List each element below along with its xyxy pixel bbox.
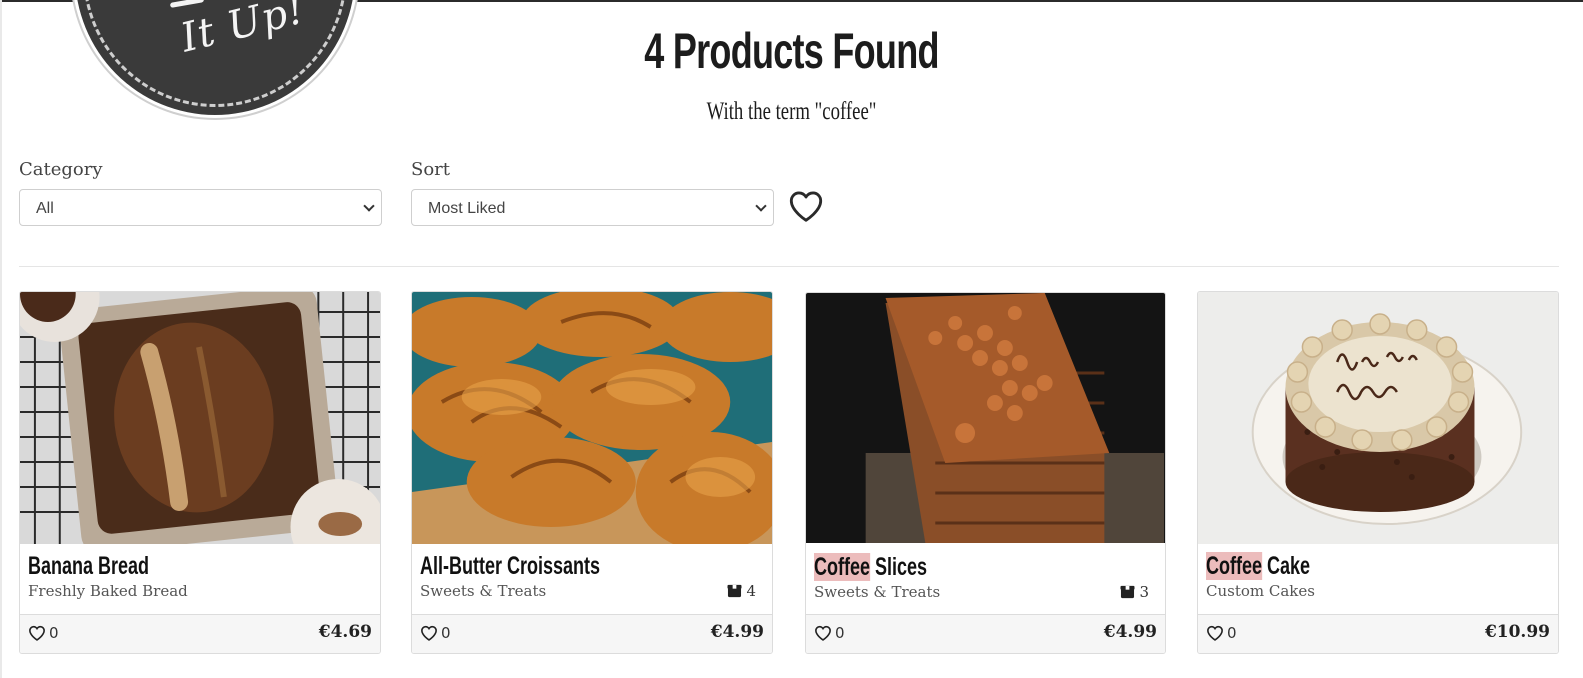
product-price: €4.69 bbox=[318, 622, 372, 642]
category-select-value: All bbox=[36, 200, 54, 217]
heart-icon bbox=[789, 191, 823, 222]
product-name[interactable]: Banana Bread bbox=[28, 552, 149, 581]
card-footer: 0 €10.99 bbox=[1198, 614, 1558, 653]
product-price: €4.99 bbox=[710, 622, 764, 642]
stock-count: 4 bbox=[746, 582, 756, 600]
search-term-subtitle: With the term "coffee" bbox=[706, 98, 877, 125]
left-border bbox=[0, 0, 2, 678]
sort-label: Sort bbox=[411, 159, 451, 180]
like-count: 0 bbox=[49, 624, 59, 642]
card-footer: 0 €4.99 bbox=[806, 614, 1165, 653]
box-icon bbox=[1120, 585, 1135, 599]
product-name[interactable]: Coffee Cake bbox=[1206, 552, 1310, 581]
sort-select[interactable]: Most Liked bbox=[411, 189, 774, 226]
product-card[interactable]: Banana Bread Freshly Baked Bread 0 €4.69 bbox=[19, 291, 381, 654]
product-card[interactable]: Coffee Cake Custom Cakes 0 €10.99 bbox=[1197, 291, 1559, 654]
heart-icon bbox=[421, 625, 437, 641]
product-category-link[interactable]: Sweets & Treats bbox=[814, 583, 940, 601]
category-label: Category bbox=[19, 159, 103, 180]
stock-indicator: 4 bbox=[727, 582, 756, 600]
like-button[interactable]: 0 bbox=[28, 624, 59, 642]
stock-indicator: 3 bbox=[1120, 583, 1149, 601]
product-category-link[interactable]: Freshly Baked Bread bbox=[28, 582, 188, 600]
like-count: 0 bbox=[441, 624, 451, 642]
product-price: €4.99 bbox=[1103, 622, 1157, 642]
product-image-croissants[interactable] bbox=[412, 292, 772, 544]
heart-icon bbox=[1207, 625, 1223, 641]
favorites-filter-button[interactable] bbox=[788, 189, 824, 223]
product-image-coffee-cake[interactable] bbox=[1198, 292, 1558, 544]
heart-icon bbox=[29, 625, 45, 641]
heart-icon bbox=[815, 625, 831, 641]
divider bbox=[19, 266, 1559, 267]
product-image-coffee-slices[interactable] bbox=[806, 293, 1165, 543]
like-button[interactable]: 0 bbox=[814, 624, 845, 642]
like-count: 0 bbox=[835, 624, 845, 642]
product-category-link[interactable]: Sweets & Treats bbox=[420, 582, 546, 600]
chevron-down-icon bbox=[363, 200, 375, 212]
card-footer: 0 €4.99 bbox=[412, 614, 772, 653]
product-price: €10.99 bbox=[1484, 622, 1550, 642]
category-select[interactable]: All bbox=[19, 189, 382, 226]
page-title: 4 Products Found bbox=[644, 23, 939, 79]
search-highlight: Coffee bbox=[1206, 552, 1263, 580]
like-button[interactable]: 0 bbox=[1206, 624, 1237, 642]
product-category-link[interactable]: Custom Cakes bbox=[1206, 582, 1315, 600]
search-highlight: Coffee bbox=[814, 553, 871, 581]
product-card[interactable]: All-Butter Croissants Sweets & Treats 4 … bbox=[411, 291, 773, 654]
product-card[interactable]: Coffee Slices Sweets & Treats 3 0 €4.99 bbox=[805, 292, 1166, 654]
stock-count: 3 bbox=[1139, 583, 1149, 601]
product-name[interactable]: Coffee Slices bbox=[814, 553, 927, 582]
sort-select-value: Most Liked bbox=[428, 200, 506, 217]
product-name[interactable]: All-Butter Croissants bbox=[420, 552, 600, 581]
like-count: 0 bbox=[1227, 624, 1237, 642]
like-button[interactable]: 0 bbox=[420, 624, 451, 642]
card-footer: 0 €4.69 bbox=[20, 614, 380, 653]
product-image-banana-bread[interactable] bbox=[20, 292, 380, 544]
chevron-down-icon bbox=[755, 200, 767, 212]
box-icon bbox=[727, 584, 742, 598]
